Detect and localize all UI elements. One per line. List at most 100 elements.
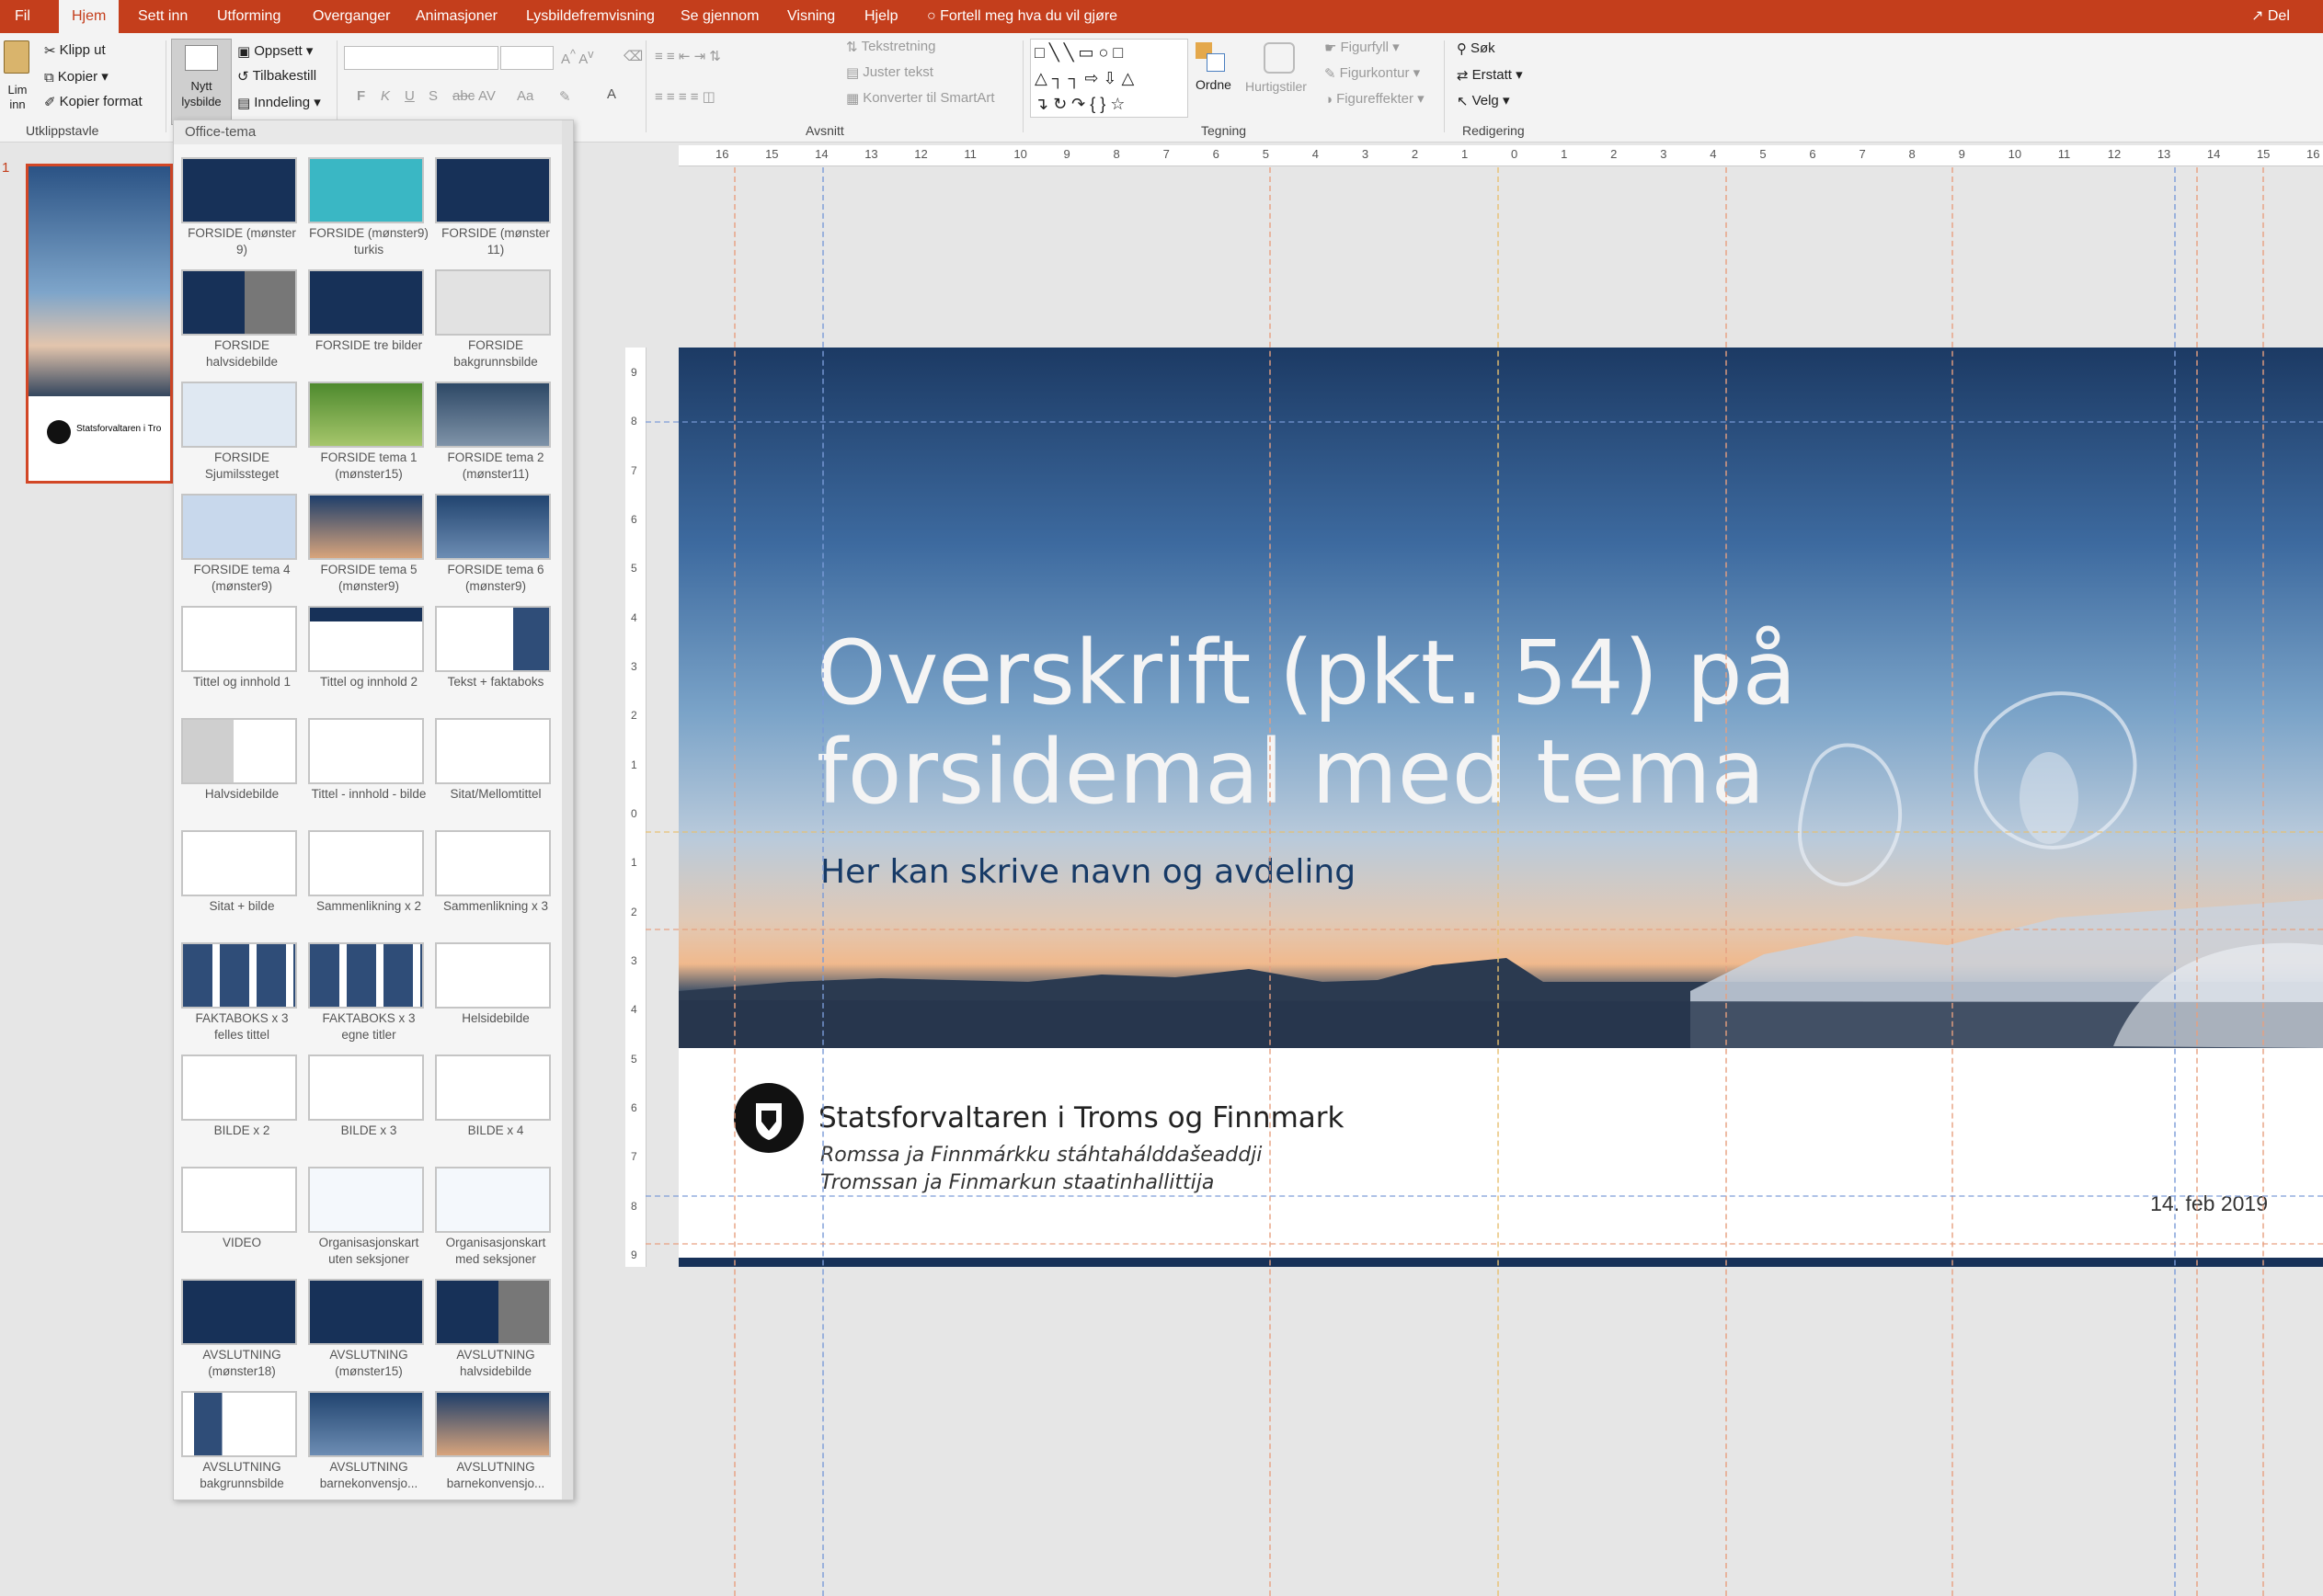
vertical-guide[interactable]	[822, 167, 824, 1596]
layout-thumbnail[interactable]: FORSIDE tema 2 (mønster11)	[435, 382, 556, 483]
layout-thumbnail[interactable]: BILDE x 3	[308, 1054, 429, 1139]
italic-button[interactable]: K	[381, 88, 390, 104]
shape-outline-button[interactable]: ✎ Figurkontur ▾	[1324, 64, 1420, 82]
layout-thumbnail[interactable]: FORSIDE tema 5 (mønster9)	[308, 494, 429, 595]
vertical-guide[interactable]	[1497, 167, 1499, 1596]
layout-thumbnail[interactable]: Helsidebilde	[435, 942, 556, 1027]
tab-help[interactable]: Hjelp	[864, 0, 898, 33]
vertical-guide[interactable]	[2262, 167, 2264, 1596]
layout-thumbnail[interactable]: FORSIDE tre bilder	[308, 269, 429, 354]
change-case-button[interactable]: Aa	[517, 88, 533, 104]
layout-thumbnail[interactable]: AVSLUTNING barnekonvensjo...	[308, 1391, 429, 1492]
bold-button[interactable]: F	[357, 88, 365, 104]
layout-thumbnail[interactable]: FORSIDE bakgrunnsbilde	[435, 269, 556, 370]
horizontal-ruler[interactable]: 16 15 14 13 12 11 10 9 8 7 6 5 4 3 2 1 0 1 2 3 4 5 6 7 8 9 10 11 12 1…	[679, 145, 2323, 166]
arrange-button[interactable]: Ordne	[1196, 42, 1231, 92]
vertical-ruler[interactable]: 9 8 7 6 5 4 3 2 1 0 1 2 3 4 5 6 7 8 9	[625, 348, 647, 1267]
layout-thumbnail[interactable]: FORSIDE tema 6 (mønster9)	[435, 494, 556, 595]
find-button[interactable]: ⚲ Søk	[1457, 40, 1495, 57]
tab-slideshow[interactable]: Lysbildefremvisning	[526, 0, 655, 33]
layout-thumbnail[interactable]: FORSIDE Sjumilssteget	[181, 382, 303, 483]
text-direction-button[interactable]: ⇅ Tekstretning	[846, 39, 935, 55]
horizontal-guide[interactable]	[646, 831, 2323, 833]
tab-design[interactable]: Utforming	[217, 0, 280, 33]
layout-thumbnail[interactable]: AVSLUTNING barnekonvensjo...	[435, 1391, 556, 1492]
select-button[interactable]: ↖ Velg ▾	[1457, 92, 1509, 109]
layout-thumbnail[interactable]: Tittel og innhold 2	[308, 606, 429, 690]
slide-subtitle[interactable]: Her kan skrive navn og avdeling	[820, 853, 1356, 891]
gallery-scrollbar[interactable]	[562, 120, 573, 1499]
layout-thumbnail[interactable]: FORSIDE (mønster 11)	[435, 157, 556, 258]
underline-button[interactable]: U	[405, 88, 415, 104]
format-painter-button[interactable]: ✐ Kopier format	[44, 94, 143, 110]
vertical-guide[interactable]	[2174, 167, 2176, 1596]
reset-button[interactable]: ↺ Tilbakestill	[237, 68, 316, 85]
layout-thumbnail[interactable]: Organisasjonskart uten seksjoner	[308, 1167, 429, 1268]
layout-thumbnail[interactable]: FORSIDE (mønster 9)	[181, 157, 303, 258]
layout-thumbnail[interactable]: Tekst + faktaboks	[435, 606, 556, 690]
layout-thumbnail[interactable]: Organisasjonskart med seksjoner	[435, 1167, 556, 1268]
layout-thumbnail[interactable]: Sammenlikning x 3	[435, 830, 556, 915]
replace-button[interactable]: ⇄ Erstatt ▾	[1457, 66, 1523, 84]
layout-thumbnail[interactable]: Sitat/Mellomtittel	[435, 718, 556, 803]
layout-thumbnail[interactable]: Sitat + bilde	[181, 830, 303, 915]
horizontal-guide[interactable]	[646, 1243, 2323, 1245]
layout-thumbnail[interactable]: AVSLUTNING bakgrunnsbilde	[181, 1391, 303, 1492]
layout-thumbnail[interactable]: FAKTABOKS x 3 egne titler	[308, 942, 429, 1043]
align-text-button[interactable]: ▤ Juster tekst	[846, 64, 933, 81]
tab-transitions[interactable]: Overganger	[313, 0, 391, 33]
vertical-guide[interactable]	[734, 167, 736, 1596]
org-sub-kven[interactable]: Tromssan ja Finmarkun staatinhallittija	[820, 1171, 1214, 1194]
tab-review[interactable]: Se gjennom	[681, 0, 759, 33]
tell-me-search[interactable]: ○ Fortell meg hva du vil gjøre	[927, 0, 1117, 33]
paste-label[interactable]: Lim inn	[2, 83, 33, 112]
vertical-guide[interactable]	[1269, 167, 1271, 1596]
layout-thumbnail[interactable]: VIDEO	[181, 1167, 303, 1251]
layout-button[interactable]: ▣ Oppsett ▾	[237, 42, 313, 60]
layout-thumbnail[interactable]: BILDE x 2	[181, 1054, 303, 1139]
tab-home[interactable]: Hjem	[59, 0, 120, 33]
tab-animations[interactable]: Animasjoner	[416, 0, 498, 33]
cut-button[interactable]: ✂ Klipp ut	[44, 42, 106, 59]
slide-canvas[interactable]: Overskrift (pkt. 54) på forsidemal med t…	[679, 348, 2323, 1267]
clear-format-icon[interactable]: ⌫	[624, 48, 643, 64]
layout-thumbnail[interactable]: Tittel - innhold - bilde	[308, 718, 429, 803]
copy-button[interactable]: ⧉ Kopier ▾	[44, 68, 109, 86]
font-color-icon[interactable]: A	[607, 86, 616, 102]
vertical-guide[interactable]	[2196, 167, 2198, 1596]
new-slide-button[interactable]: Nytt lysbilde	[171, 39, 232, 125]
layout-thumbnail[interactable]: FAKTABOKS x 3 felles tittel	[181, 942, 303, 1043]
layout-thumbnail[interactable]: FORSIDE (mønster9) turkis	[308, 157, 429, 258]
org-sub-sami[interactable]: Romssa ja Finnmárkku stáhtahálddašeaddji	[820, 1144, 1262, 1167]
layout-thumbnail[interactable]: FORSIDE halvsidebilde	[181, 269, 303, 370]
shadow-button[interactable]: S	[429, 88, 438, 104]
font-size-field[interactable]	[500, 46, 554, 70]
layout-gallery-dropdown[interactable]: Office-tema FORSIDE (mønster 9) FORSIDE (…	[173, 120, 574, 1500]
layout-thumbnail[interactable]: Tittel og innhold 1	[181, 606, 303, 690]
share-button[interactable]: ↗ Del	[2251, 0, 2290, 33]
strikethrough-button[interactable]: abc	[452, 88, 475, 104]
align-icons[interactable]: ≡ ≡ ≡ ≡ ◫	[655, 88, 715, 105]
shapes-gallery[interactable]: □ ╲ ╲ ▭ ○ □ △ ┐ ┐ ⇨ ⇩ △ ↴ ↻ ↷ { } ☆	[1030, 39, 1188, 118]
grow-font-icon[interactable]: A^ Av	[561, 48, 594, 67]
slide-title[interactable]: Overskrift (pkt. 54) på forsidemal med t…	[817, 623, 1920, 822]
tab-file[interactable]: Fil	[15, 0, 30, 33]
layout-thumbnail[interactable]: AVSLUTNING (mønster18)	[181, 1279, 303, 1380]
vertical-guide[interactable]	[1725, 167, 1727, 1596]
org-name[interactable]: Statsforvaltaren i Troms og Finnmark	[818, 1101, 1344, 1134]
shape-fill-button[interactable]: ☛ Figurfyll ▾	[1324, 39, 1400, 56]
horizontal-guide[interactable]	[646, 929, 2323, 930]
layout-thumbnail[interactable]: FORSIDE tema 4 (mønster9)	[181, 494, 303, 595]
slide-thumbnail[interactable]: Statsforvaltaren i Tro	[26, 164, 173, 484]
quick-styles-button[interactable]: Hurtigstiler	[1245, 42, 1307, 94]
horizontal-guide[interactable]	[646, 1195, 2323, 1197]
layout-thumbnail[interactable]: AVSLUTNING halvsidebilde	[435, 1279, 556, 1380]
layout-thumbnail[interactable]: AVSLUTNING (mønster15)	[308, 1279, 429, 1380]
bullets-icon[interactable]: ≡ ≡ ⇤ ⇥ ⇅	[655, 48, 721, 64]
section-button[interactable]: ▤ Inndeling ▾	[237, 94, 321, 111]
layout-thumbnail[interactable]: BILDE x 4	[435, 1054, 556, 1139]
highlight-icon[interactable]: ✎	[559, 88, 571, 105]
horizontal-guide[interactable]	[646, 421, 2323, 423]
char-spacing-button[interactable]: AV	[478, 88, 496, 104]
layout-thumbnail[interactable]: Sammenlikning x 2	[308, 830, 429, 915]
